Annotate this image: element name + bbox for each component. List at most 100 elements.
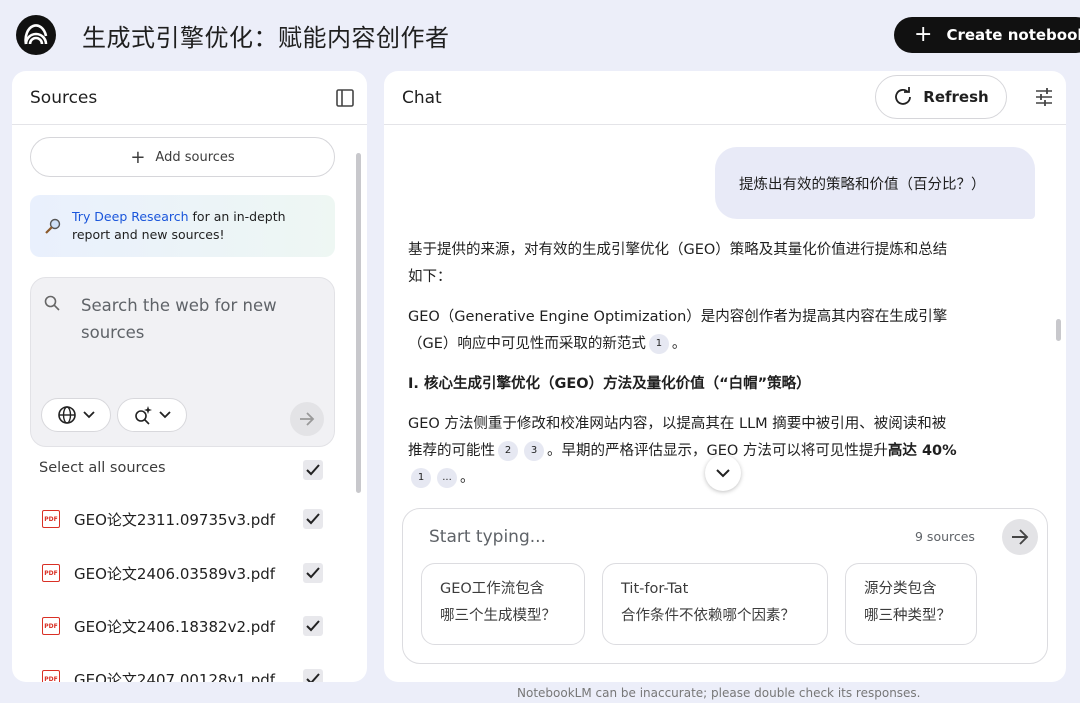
source-item[interactable]: PDF GEO论文2311.09735v3.pdf xyxy=(42,507,342,531)
check-icon xyxy=(306,673,320,682)
chevron-down-icon xyxy=(716,468,730,477)
search-placeholder-line1: Search the web for new xyxy=(81,296,277,315)
suggested-question[interactable]: GEO工作流包含 哪三个生成模型？ xyxy=(421,563,585,645)
arrow-right-icon xyxy=(1012,529,1029,545)
send-button[interactable] xyxy=(1002,519,1038,555)
response-text: 。 xyxy=(460,470,475,486)
user-message-text: 提炼出有效的策略和价值（百分比？） xyxy=(739,176,986,193)
suggestion-line: GEO工作流包含 xyxy=(440,581,545,597)
suggestion-line: Tit-for-Tat xyxy=(621,581,689,597)
response-text: GEO 方法侧重于修改和校准网站内容，以提高其在 LLM 摘要中被引用、被阅读和… xyxy=(408,416,947,432)
add-sources-label: Add sources xyxy=(155,149,235,165)
sources-title: Sources xyxy=(30,87,98,108)
magnifier-icon xyxy=(45,218,61,234)
source-item[interactable]: PDF GEO论文2406.18382v2.pdf xyxy=(42,614,342,638)
citation-chip[interactable]: 2 xyxy=(498,441,518,461)
collapse-panel-icon[interactable] xyxy=(335,88,355,108)
response-text: （GE）响应中可见性而采取的新范式 xyxy=(408,336,646,352)
response-paragraph-2: GEO（Generative Engine Optimization）是内容创作… xyxy=(408,304,1008,358)
select-all-checkbox[interactable] xyxy=(303,460,323,480)
chat-scrollbar[interactable] xyxy=(1056,319,1061,341)
response-paragraph-1: 基于提供的来源，对有效的生成引擎优化（GEO）策略及其量化价值进行提炼和总结 如… xyxy=(408,237,1008,291)
citation-chip[interactable]: 1 xyxy=(411,468,431,488)
search-icon xyxy=(44,295,60,311)
refresh-label: Refresh xyxy=(923,88,989,106)
web-search-input[interactable]: Search the web for new sources xyxy=(81,292,311,346)
refresh-icon xyxy=(895,87,912,105)
sources-count: 9 sources xyxy=(915,529,975,544)
deep-research-banner[interactable]: Try Deep Research for an in-depth report… xyxy=(30,195,335,257)
source-checkbox[interactable] xyxy=(303,509,323,529)
create-notebook-label: Create notebook xyxy=(946,26,1080,44)
source-checkbox[interactable] xyxy=(303,669,323,682)
arrow-right-icon xyxy=(300,412,315,426)
add-sources-button[interactable]: + Add sources xyxy=(30,137,335,177)
suggestion-line: 源分类包含 xyxy=(864,581,937,597)
app-header: 生成式引擎优化：赋能内容创作者 + Create notebook xyxy=(0,0,1080,70)
notebooklm-logo-icon[interactable] xyxy=(16,15,56,55)
plus-icon: + xyxy=(130,146,146,168)
response-text: GEO（Generative Engine Optimization）是内容创作… xyxy=(408,309,948,325)
pdf-icon: PDF xyxy=(42,564,60,582)
citation-chip[interactable]: 3 xyxy=(524,441,544,461)
search-placeholder-line2: sources xyxy=(81,323,145,342)
suggestion-line: 合作条件不依赖哪个因素？ xyxy=(621,608,795,624)
web-search-box[interactable]: Search the web for new sources xyxy=(30,277,335,447)
check-icon xyxy=(306,567,320,579)
disclaimer-footer: NotebookLM can be inaccurate; please dou… xyxy=(517,686,921,700)
chat-input[interactable]: Start typing... xyxy=(429,527,546,547)
chat-composer: Start typing... 9 sources GEO工作流包含 哪三个生成… xyxy=(402,508,1048,664)
plus-icon: + xyxy=(914,22,933,47)
citation-more-chip[interactable]: ... xyxy=(437,468,457,488)
response-text: 推荐的可能性 xyxy=(408,443,495,459)
source-checkbox[interactable] xyxy=(303,563,323,583)
check-icon xyxy=(306,620,320,632)
source-name: GEO论文2407.00128v1.pdf xyxy=(74,670,276,683)
sources-panel: Sources + Add sources Try Deep Research … xyxy=(12,71,367,682)
check-icon xyxy=(306,513,320,525)
sparkle-search-icon xyxy=(135,406,152,425)
source-name: GEO论文2406.03589v3.pdf xyxy=(74,564,276,583)
chevron-down-icon xyxy=(159,411,171,419)
notebook-title[interactable]: 生成式引擎优化：赋能内容创作者 xyxy=(82,18,450,53)
research-mode-dropdown[interactable] xyxy=(117,398,187,432)
refresh-button[interactable]: Refresh xyxy=(875,75,1007,119)
tune-settings-icon[interactable] xyxy=(1034,87,1054,107)
suggestion-line: 哪三种类型？ xyxy=(864,608,951,624)
response-bold-text: 高达 40% xyxy=(887,443,957,459)
deep-research-text: Try Deep Research for an in-depth report… xyxy=(72,208,286,244)
deep-research-rest1: for an in-depth xyxy=(188,209,286,224)
user-message-bubble: 提炼出有效的策略和价值（百分比？） xyxy=(715,147,1035,219)
suggestion-line: 哪三个生成模型？ xyxy=(440,608,556,624)
pdf-icon: PDF xyxy=(42,617,60,635)
web-source-dropdown[interactable] xyxy=(41,398,111,432)
citation-chip[interactable]: 1 xyxy=(648,334,669,354)
source-name: GEO论文2406.18382v2.pdf xyxy=(74,617,276,636)
deep-research-rest2: report and new sources! xyxy=(72,227,225,242)
select-all-label: Select all sources xyxy=(39,460,166,476)
search-submit-button[interactable] xyxy=(290,402,324,436)
source-checkbox[interactable] xyxy=(303,616,323,636)
source-item[interactable]: PDF GEO论文2407.00128v1.pdf xyxy=(42,667,342,682)
pdf-icon: PDF xyxy=(42,510,60,528)
suggested-question[interactable]: Tit-for-Tat 合作条件不依赖哪个因素？ xyxy=(602,563,828,645)
scroll-down-button[interactable] xyxy=(705,455,741,491)
response-text: 基于提供的来源，对有效的生成引擎优化（GEO）策略及其量化价值进行提炼和总结 xyxy=(408,242,948,258)
pdf-icon: PDF xyxy=(42,670,60,682)
globe-icon xyxy=(58,406,76,424)
chat-panel: Chat Refresh 提炼出有效的策略和价值（百分比？） 基于提供的来源，对… xyxy=(384,71,1066,682)
source-name: GEO论文2311.09735v3.pdf xyxy=(74,510,276,529)
chat-title: Chat xyxy=(402,87,442,108)
check-icon xyxy=(306,464,320,476)
chevron-down-icon xyxy=(83,411,95,419)
create-notebook-button[interactable]: + Create notebook xyxy=(894,17,1080,53)
response-heading: I. 核心生成引擎优化（GEO）方法及量化价值（“白帽”策略） xyxy=(408,376,811,392)
suggested-question[interactable]: 源分类包含 哪三种类型？ xyxy=(845,563,977,645)
source-item[interactable]: PDF GEO论文2406.03589v3.pdf xyxy=(42,561,342,585)
response-text: 如下： xyxy=(408,269,452,285)
response-text: 。 xyxy=(671,336,687,352)
deep-research-link[interactable]: Try Deep Research xyxy=(72,209,189,224)
sources-scrollbar[interactable] xyxy=(356,153,361,493)
chat-panel-header: Chat Refresh xyxy=(384,71,1066,125)
sources-panel-header: Sources xyxy=(12,71,367,125)
